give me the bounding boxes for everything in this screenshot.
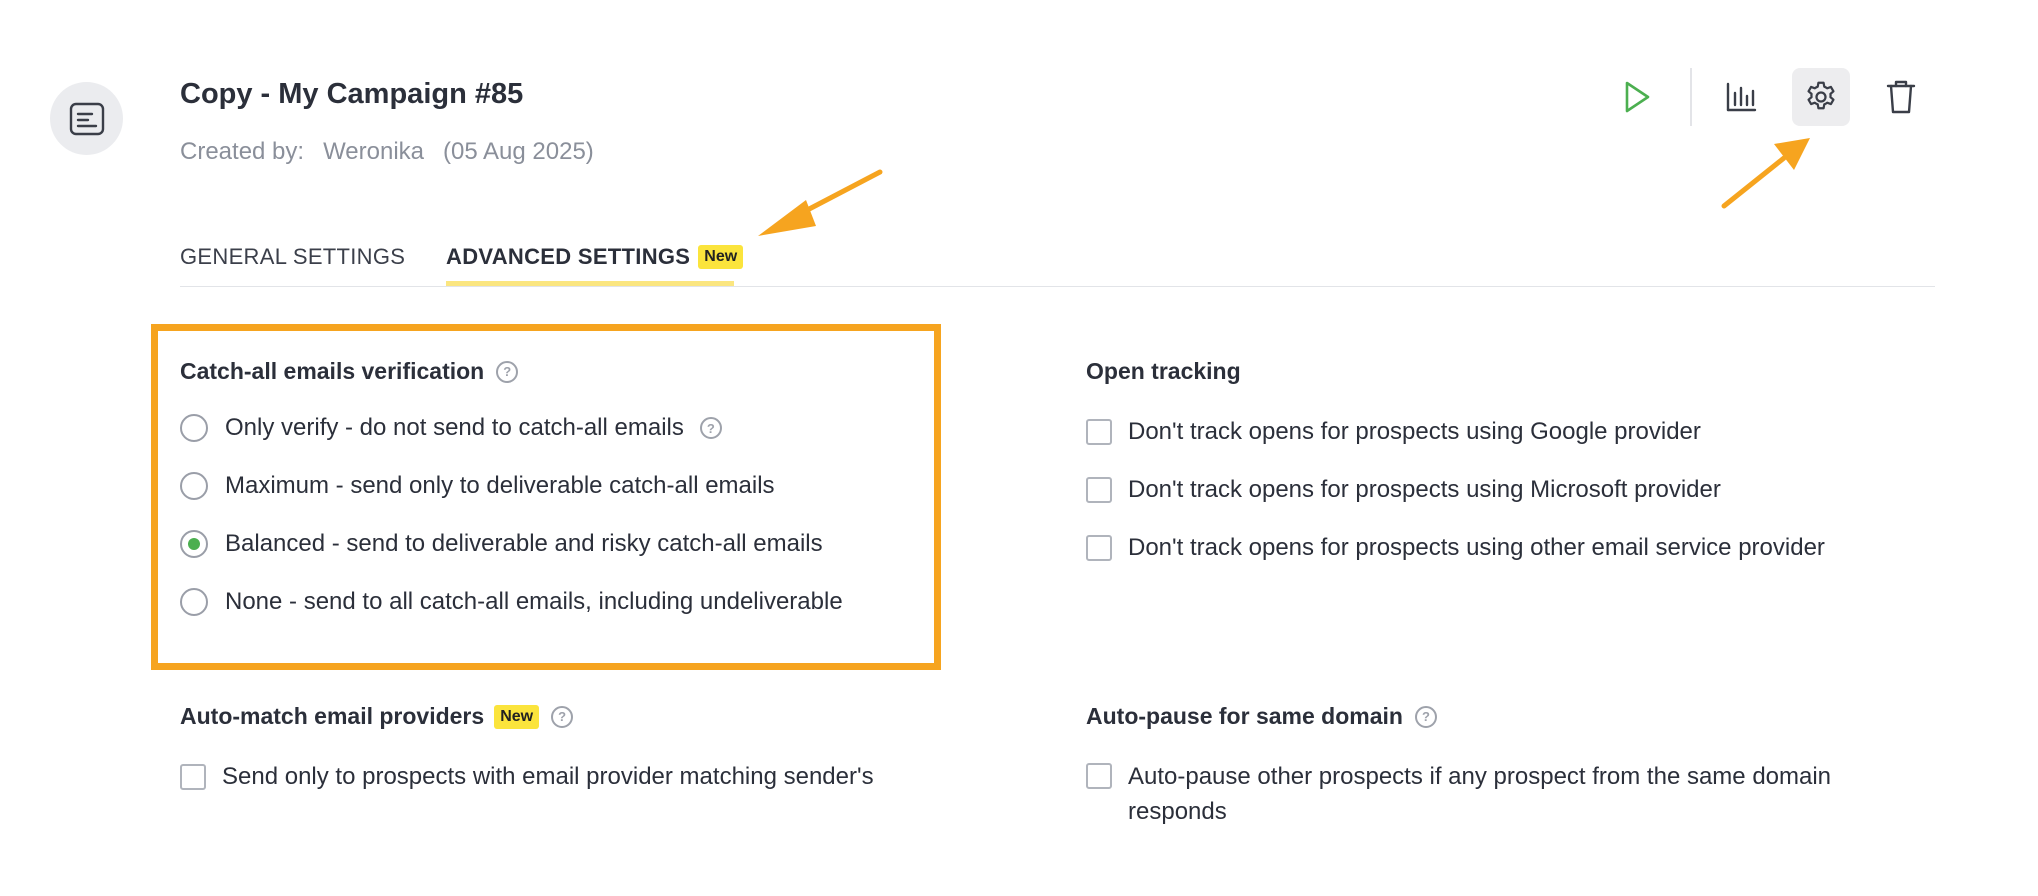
radio-button-selected[interactable] <box>180 530 208 558</box>
radio-button[interactable] <box>180 472 208 500</box>
new-badge: New <box>494 704 540 729</box>
toolbar-divider <box>1690 68 1692 126</box>
tab-advanced-label: ADVANCED SETTINGS <box>446 244 691 269</box>
option-label-line-2: responds <box>1128 798 1227 825</box>
gear-icon <box>1807 81 1835 110</box>
radio-button[interactable] <box>180 588 208 616</box>
trash-icon <box>1886 80 1916 114</box>
new-badge: New <box>698 245 744 269</box>
stats-icon <box>1726 82 1757 112</box>
tab-advanced-settings[interactable]: ADVANCED SETTINGS New <box>446 244 744 270</box>
option-label: Balanced - send to deliverable and risky… <box>225 530 823 557</box>
settings-button[interactable] <box>1792 68 1850 126</box>
radio-button[interactable] <box>180 414 208 442</box>
start-campaign-button[interactable] <box>1608 68 1666 126</box>
auto-match-title: Auto-match email providers New ? <box>180 703 574 730</box>
help-icon[interactable]: ? <box>551 705 574 728</box>
catch-all-title-text: Catch-all emails verification <box>180 358 485 384</box>
open-tracking-title-text: Open tracking <box>1086 358 1241 384</box>
help-icon[interactable]: ? <box>699 417 722 439</box>
radio-selected-dot <box>188 538 200 550</box>
auto-pause-title-text: Auto-pause for same domain <box>1086 703 1403 729</box>
tab-general-label: GENERAL SETTINGS <box>180 244 406 269</box>
campaign-avatar <box>50 82 123 155</box>
auto-match-title-text: Auto-match email providers <box>180 703 485 729</box>
option-label: Only verify - do not send to catch-all e… <box>225 414 684 441</box>
auto-pause-title: Auto-pause for same domain ? <box>1086 703 1437 730</box>
option-label: Don't track opens for prospects using ot… <box>1128 534 1825 561</box>
catch-all-option-maximum[interactable]: Maximum - send only to deliverable catch… <box>180 472 775 500</box>
document-icon <box>69 102 104 135</box>
checkbox[interactable] <box>1086 535 1112 561</box>
option-label: Send only to prospects with email provid… <box>222 763 874 790</box>
option-label: Auto-pause other prospects if any prospe… <box>1128 759 1831 829</box>
help-icon[interactable]: ? <box>1414 705 1437 728</box>
help-icon[interactable]: ? <box>496 360 519 383</box>
catch-all-title: Catch-all emails verification ? <box>180 358 519 385</box>
open-tracking-option-microsoft[interactable]: Don't track opens for prospects using Mi… <box>1086 476 1721 504</box>
catch-all-option-only-verify[interactable]: Only verify - do not send to catch-all e… <box>180 414 722 442</box>
tabs-divider <box>180 286 1935 287</box>
checkbox[interactable] <box>1086 419 1112 445</box>
delete-button[interactable] <box>1872 68 1930 126</box>
catch-all-option-none[interactable]: None - send to all catch-all emails, inc… <box>180 588 843 616</box>
campaign-author: Weronika <box>323 138 425 165</box>
campaign-title: Copy - My Campaign #85 <box>180 78 524 110</box>
play-icon <box>1625 81 1650 113</box>
auto-match-option[interactable]: Send only to prospects with email provid… <box>180 763 874 791</box>
checkbox[interactable] <box>1086 763 1112 789</box>
open-tracking-title: Open tracking <box>1086 358 1241 385</box>
checkbox[interactable] <box>1086 477 1112 503</box>
open-tracking-option-google[interactable]: Don't track opens for prospects using Go… <box>1086 418 1701 446</box>
campaign-date: (05 Aug 2025) <box>443 138 594 165</box>
option-label: None - send to all catch-all emails, inc… <box>225 588 843 615</box>
statistics-button[interactable] <box>1712 68 1770 126</box>
option-label-line-1: Auto-pause other prospects if any prospe… <box>1128 763 1832 790</box>
catch-all-option-balanced[interactable]: Balanced - send to deliverable and risky… <box>180 530 823 558</box>
campaign-meta: Created by: Weronika (05 Aug 2025) <box>180 138 594 166</box>
auto-pause-option[interactable]: Auto-pause other prospects if any prospe… <box>1086 763 1831 829</box>
option-label: Don't track opens for prospects using Mi… <box>1128 476 1721 503</box>
created-by-label: Created by: <box>180 138 305 165</box>
option-label: Maximum - send only to deliverable catch… <box>225 472 775 499</box>
open-tracking-option-other[interactable]: Don't track opens for prospects using ot… <box>1086 534 1825 562</box>
option-label: Don't track opens for prospects using Go… <box>1128 418 1701 445</box>
checkbox[interactable] <box>180 764 206 790</box>
tab-general-settings[interactable]: GENERAL SETTINGS <box>180 244 405 270</box>
